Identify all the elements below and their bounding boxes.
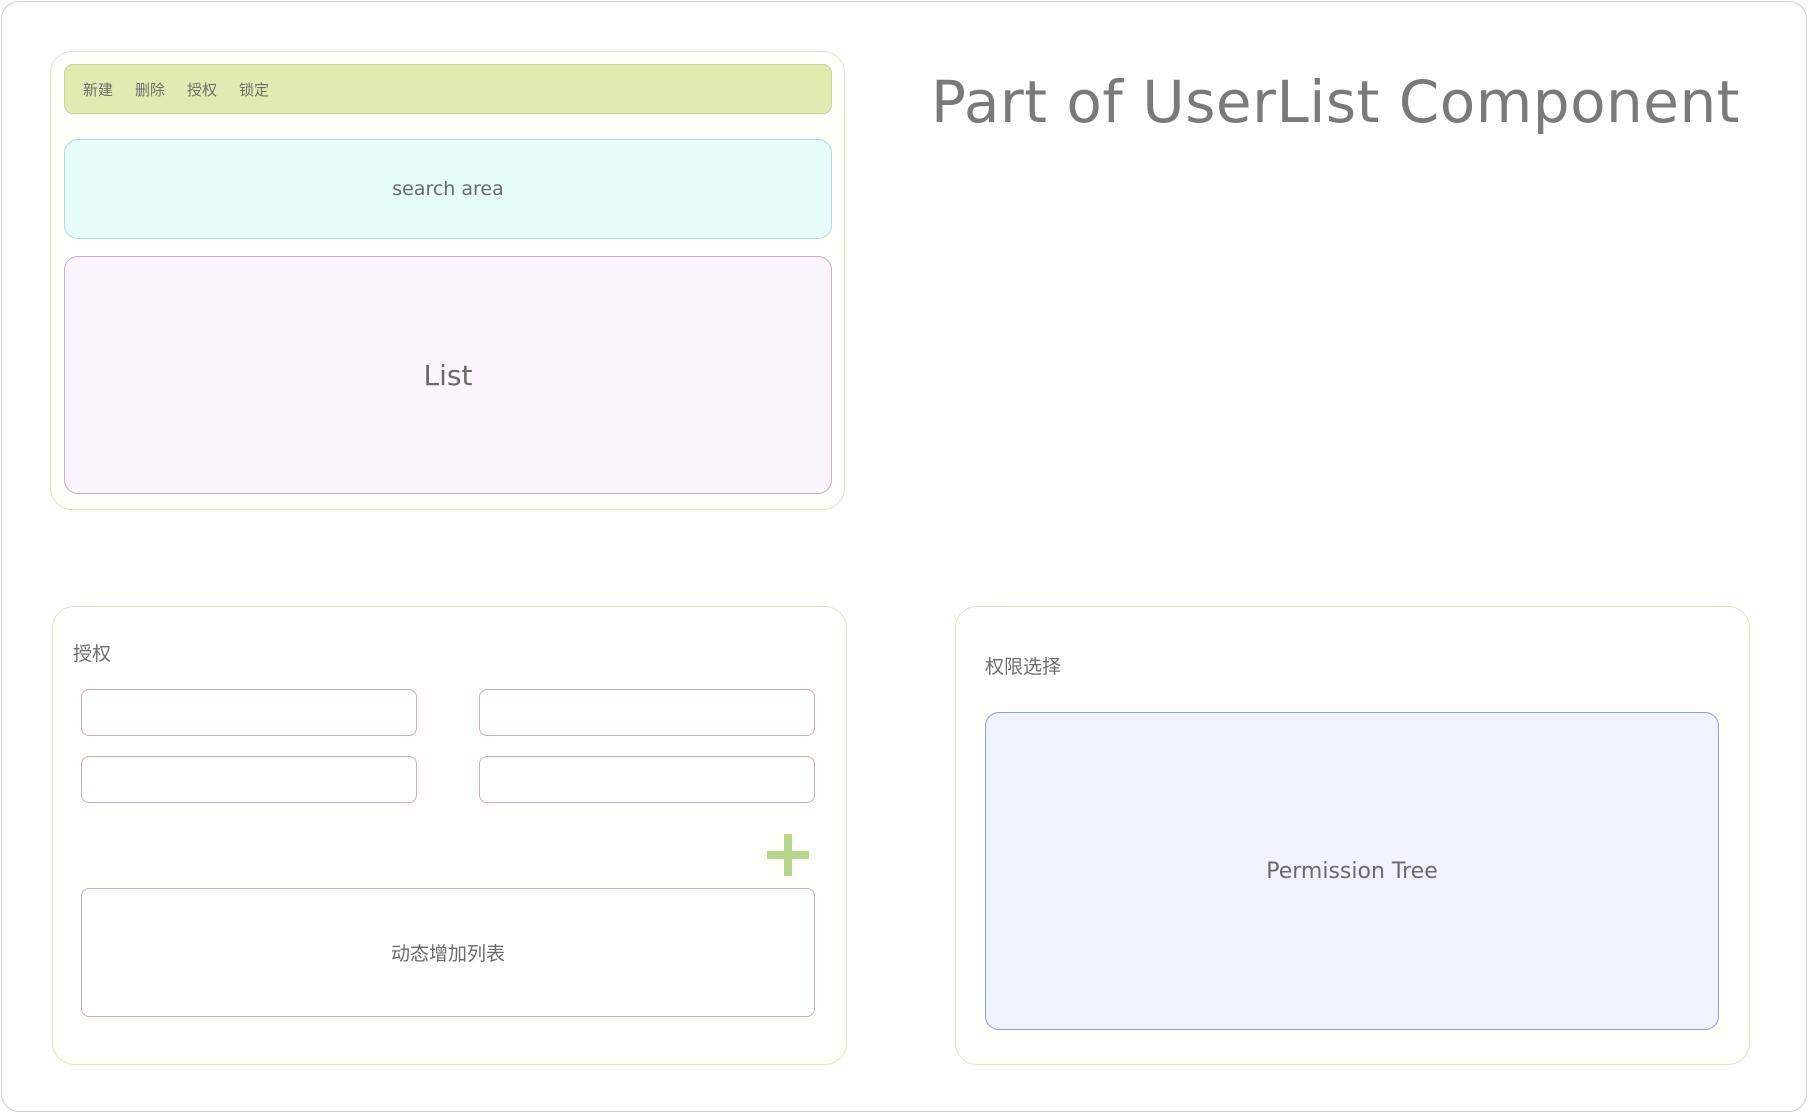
permission-panel: 权限选择 Permission Tree: [955, 606, 1750, 1065]
permission-title: 权限选择: [985, 656, 1062, 678]
new-button[interactable]: 新建: [83, 79, 113, 100]
toolbar: 新建 删除 授权 锁定: [64, 64, 832, 114]
auth-input-4[interactable]: [479, 756, 815, 803]
auth-title: 授权: [73, 643, 112, 665]
plus-icon[interactable]: [767, 834, 809, 876]
auth-input-1[interactable]: [81, 689, 417, 736]
userlist-panel: 新建 删除 授权 锁定 search area List: [50, 51, 845, 510]
auth-panel: 授权 动态增加列表: [52, 606, 847, 1065]
lock-button[interactable]: 锁定: [239, 79, 269, 100]
authorize-button[interactable]: 授权: [187, 79, 217, 100]
dynamic-list-label: 动态增加列表: [390, 943, 505, 965]
delete-button[interactable]: 删除: [135, 79, 165, 100]
search-area-label: search area: [392, 178, 504, 200]
dynamic-list[interactable]: 动态增加列表: [81, 888, 815, 1017]
search-area[interactable]: search area: [64, 139, 832, 239]
user-list[interactable]: List: [64, 256, 832, 494]
auth-input-2[interactable]: [479, 689, 815, 736]
page-title: Part of UserList Component: [930, 68, 1740, 136]
user-list-label: List: [423, 358, 473, 392]
permission-tree[interactable]: Permission Tree: [985, 712, 1719, 1030]
permission-tree-label: Permission Tree: [1266, 858, 1438, 884]
auth-input-3[interactable]: [81, 756, 417, 803]
